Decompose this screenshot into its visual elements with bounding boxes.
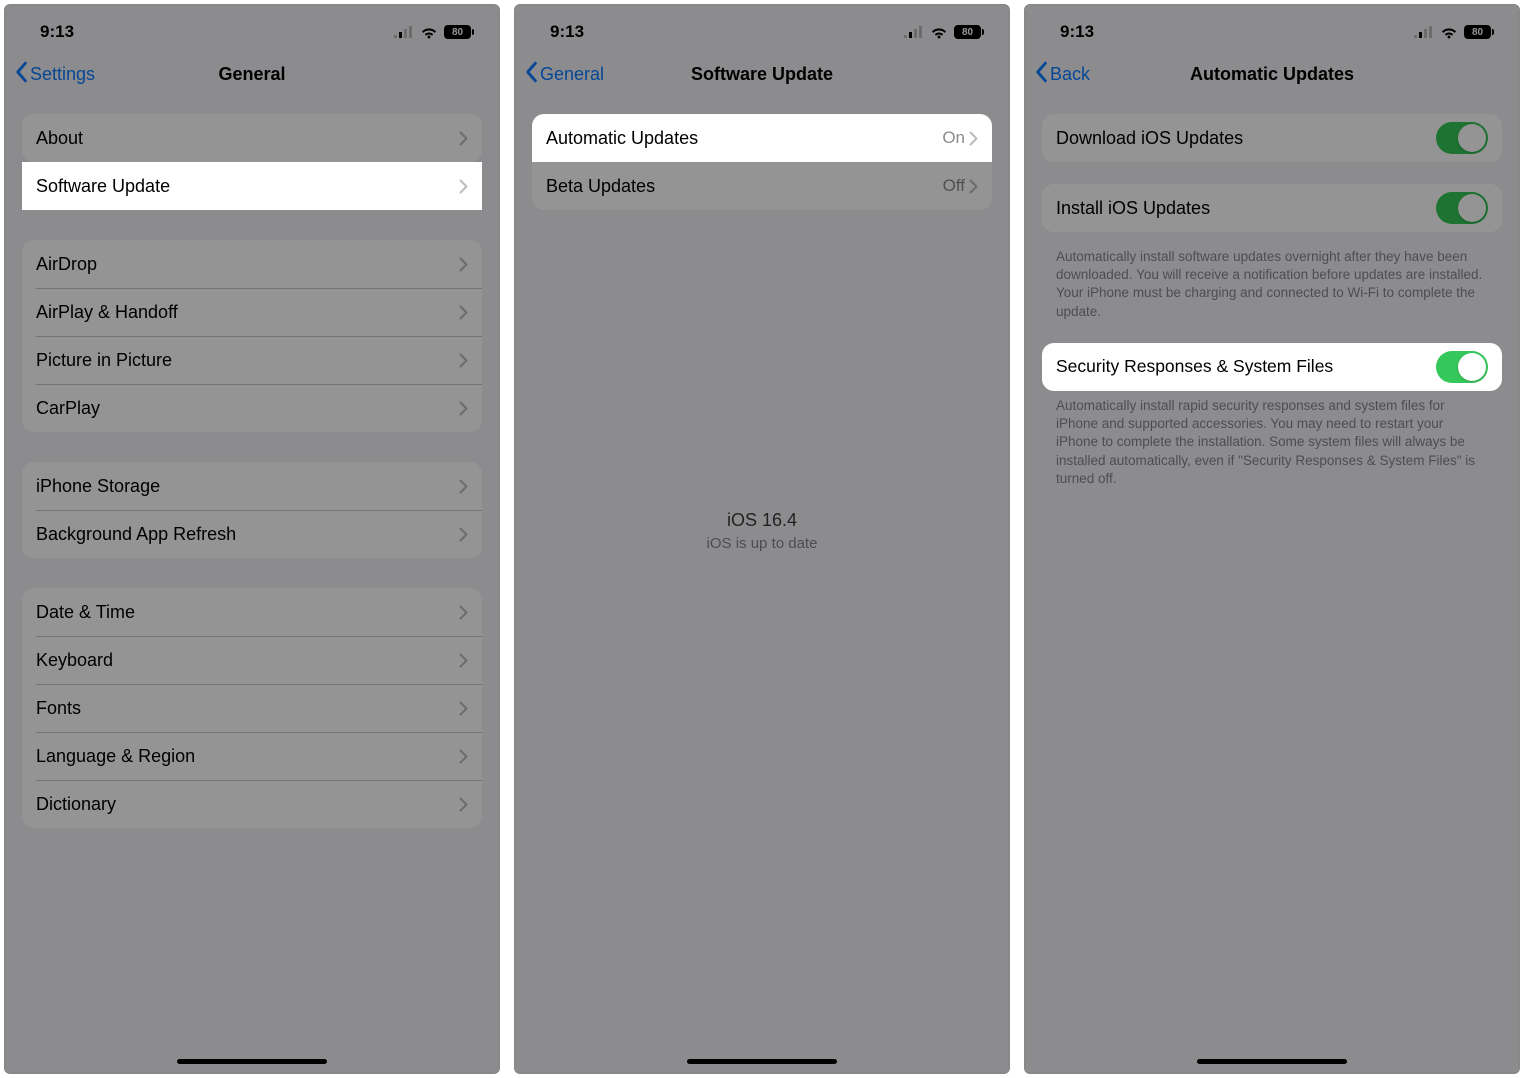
screen-automatic-updates: 9:13 80 Back Automatic Updates Download … bbox=[1024, 4, 1520, 1074]
back-button[interactable]: Back bbox=[1034, 61, 1090, 88]
row-value: Off bbox=[943, 176, 965, 196]
group-updates-rest: Beta Updates Off bbox=[532, 162, 992, 210]
chevron-left-icon bbox=[1034, 61, 1048, 88]
update-status: iOS 16.4 iOS is up to date bbox=[516, 510, 1008, 552]
chevron-left-icon bbox=[14, 61, 28, 88]
page-title: Automatic Updates bbox=[1190, 64, 1354, 85]
row-software-update[interactable]: Software Update bbox=[22, 162, 482, 210]
cellular-icon bbox=[394, 26, 414, 38]
chevron-right-icon bbox=[459, 179, 468, 194]
clock: 9:13 bbox=[1060, 22, 1094, 42]
chevron-right-icon bbox=[459, 749, 468, 764]
group-media: AirDrop AirPlay & Handoff Picture in Pic… bbox=[22, 240, 482, 432]
back-label: General bbox=[540, 64, 604, 85]
chevron-right-icon bbox=[459, 353, 468, 368]
battery-icon: 80 bbox=[444, 25, 474, 39]
chevron-right-icon bbox=[459, 257, 468, 272]
row-airdrop[interactable]: AirDrop bbox=[22, 240, 482, 288]
home-indicator[interactable] bbox=[1197, 1059, 1347, 1064]
chevron-right-icon bbox=[459, 527, 468, 542]
group-lang: Date & Time Keyboard Fonts Language & Re… bbox=[22, 588, 482, 828]
row-bgrefresh[interactable]: Background App Refresh bbox=[22, 510, 482, 558]
row-keyboard[interactable]: Keyboard bbox=[22, 636, 482, 684]
chevron-right-icon bbox=[459, 305, 468, 320]
toggle-download-ios[interactable] bbox=[1436, 122, 1488, 154]
ios-status-msg: iOS is up to date bbox=[516, 535, 1008, 552]
chevron-right-icon bbox=[969, 131, 978, 146]
row-langregion[interactable]: Language & Region bbox=[22, 732, 482, 780]
nav-bar: Back Automatic Updates bbox=[1026, 50, 1518, 98]
row-download-ios[interactable]: Download iOS Updates bbox=[1042, 114, 1502, 162]
nav-bar: General Software Update bbox=[516, 50, 1008, 98]
page-title: General bbox=[218, 64, 285, 85]
status-bar: 9:13 80 bbox=[1026, 6, 1518, 50]
group-about: About bbox=[22, 114, 482, 162]
chevron-right-icon bbox=[459, 653, 468, 668]
back-label: Settings bbox=[30, 64, 95, 85]
back-button[interactable]: Settings bbox=[14, 61, 95, 88]
chevron-right-icon bbox=[459, 401, 468, 416]
wifi-icon bbox=[420, 26, 438, 39]
home-indicator[interactable] bbox=[687, 1059, 837, 1064]
security-footer: Automatically install rapid security res… bbox=[1026, 391, 1518, 510]
row-carplay[interactable]: CarPlay bbox=[22, 384, 482, 432]
page-title: Software Update bbox=[691, 64, 833, 85]
row-label: Beta Updates bbox=[546, 176, 943, 197]
clock: 9:13 bbox=[40, 22, 74, 42]
battery-icon: 80 bbox=[954, 25, 984, 39]
row-label: Download iOS Updates bbox=[1056, 128, 1436, 149]
back-button[interactable]: General bbox=[524, 61, 604, 88]
nav-bar: Settings General bbox=[6, 50, 498, 98]
row-beta-updates[interactable]: Beta Updates Off bbox=[532, 162, 992, 210]
row-about[interactable]: About bbox=[22, 114, 482, 162]
row-label: Security Responses & System Files bbox=[1056, 356, 1436, 377]
row-security-highlight: Security Responses & System Files bbox=[1042, 343, 1502, 391]
row-label: Automatic Updates bbox=[546, 128, 942, 149]
row-airplay[interactable]: AirPlay & Handoff bbox=[22, 288, 482, 336]
install-footer: Automatically install software updates o… bbox=[1026, 242, 1518, 343]
row-dictionary[interactable]: Dictionary bbox=[22, 780, 482, 828]
cellular-icon bbox=[904, 26, 924, 38]
chevron-right-icon bbox=[459, 605, 468, 620]
screen-software-update: 9:13 80 General Software Update Automati… bbox=[514, 4, 1010, 1074]
row-auto-updates[interactable]: Automatic Updates On bbox=[532, 114, 992, 162]
home-indicator[interactable] bbox=[177, 1059, 327, 1064]
row-datetime[interactable]: Date & Time bbox=[22, 588, 482, 636]
status-bar: 9:13 80 bbox=[516, 6, 1008, 50]
wifi-icon bbox=[1440, 26, 1458, 39]
chevron-right-icon bbox=[459, 131, 468, 146]
row-software-update-highlight: Software Update bbox=[22, 162, 482, 210]
chevron-left-icon bbox=[524, 61, 538, 88]
row-label: Software Update bbox=[36, 176, 459, 197]
chevron-right-icon bbox=[459, 797, 468, 812]
battery-icon: 80 bbox=[1464, 25, 1494, 39]
row-storage[interactable]: iPhone Storage bbox=[22, 462, 482, 510]
row-security-responses[interactable]: Security Responses & System Files bbox=[1042, 343, 1502, 391]
toggle-install-ios[interactable] bbox=[1436, 192, 1488, 224]
group-install: Install iOS Updates bbox=[1042, 184, 1502, 232]
cellular-icon bbox=[1414, 26, 1434, 38]
back-label: Back bbox=[1050, 64, 1090, 85]
row-label: About bbox=[36, 128, 459, 149]
ios-version: iOS 16.4 bbox=[516, 510, 1008, 531]
clock: 9:13 bbox=[550, 22, 584, 42]
row-label: Install iOS Updates bbox=[1056, 198, 1436, 219]
row-install-ios[interactable]: Install iOS Updates bbox=[1042, 184, 1502, 232]
group-download: Download iOS Updates bbox=[1042, 114, 1502, 162]
row-auto-updates-highlight: Automatic Updates On bbox=[532, 114, 992, 162]
status-bar: 9:13 80 bbox=[6, 6, 498, 50]
row-fonts[interactable]: Fonts bbox=[22, 684, 482, 732]
row-pip[interactable]: Picture in Picture bbox=[22, 336, 482, 384]
chevron-right-icon bbox=[459, 479, 468, 494]
chevron-right-icon bbox=[459, 701, 468, 716]
chevron-right-icon bbox=[969, 179, 978, 194]
group-storage: iPhone Storage Background App Refresh bbox=[22, 462, 482, 558]
row-value: On bbox=[942, 128, 965, 148]
screen-general: 9:13 80 Settings General About Software … bbox=[4, 4, 500, 1074]
toggle-security-responses[interactable] bbox=[1436, 351, 1488, 383]
wifi-icon bbox=[930, 26, 948, 39]
